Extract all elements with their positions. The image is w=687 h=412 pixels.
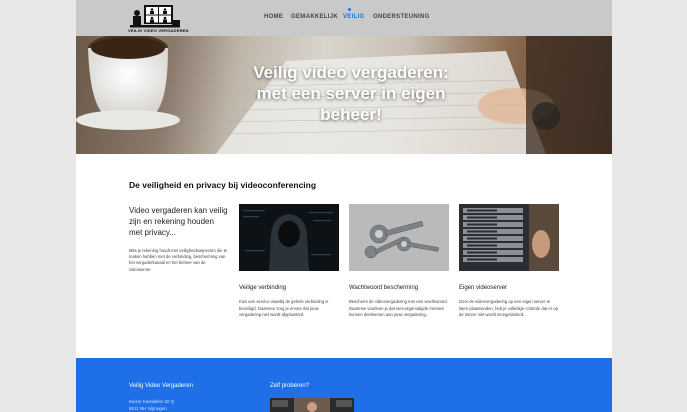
site-footer: Veilig Video Vergaderen Zelf proberen? K… xyxy=(76,358,612,412)
card-body: Door de videovergadering op een eigen se… xyxy=(459,299,558,318)
server-rack-image xyxy=(459,204,559,271)
address-line: Keizer Karelplein 32 Q xyxy=(129,399,175,404)
intro-body: Mits je rekening houdt met veiligheidsas… xyxy=(129,248,228,272)
footer-address: Keizer Karelplein 32 Q 6511 NH Nijmegen xyxy=(129,398,174,412)
logo-text: Veilig video vergaderen xyxy=(128,28,189,33)
section-title: De veiligheid en privacy bij videoconfer… xyxy=(129,180,317,190)
hero-title-line2: met een server in eigen xyxy=(256,84,446,103)
demo-video-thumbnail[interactable] xyxy=(270,398,354,412)
hero-title-line3: beheer! xyxy=(320,105,382,124)
card-body: Bescherm de videovergadering met een wac… xyxy=(349,299,448,318)
address-line: 6511 NH Nijmegen xyxy=(129,406,167,411)
keys-image xyxy=(349,204,449,271)
card-eigen-videoserver: Eigen videoserver Door de videovergaderi… xyxy=(459,204,559,319)
card-body: Kies een service waarbij de gehele verbi… xyxy=(239,299,329,318)
card-title: Veilige verbinding xyxy=(239,285,287,291)
card-veilige-verbinding: Veilige verbinding Kies een service waar… xyxy=(239,204,339,319)
footer-try-title: Zelf proberen? xyxy=(270,383,310,389)
hero-title-line1: Veilig video vergaderen: xyxy=(253,63,449,82)
footer-company-title: Veilig Video Vergaderen xyxy=(129,383,193,389)
nav-gemakkelijk[interactable]: GEMAKKELIJK xyxy=(291,14,338,20)
nav-veilig[interactable]: VEILIG xyxy=(343,8,365,20)
hero-title: Veilig video vergaderen: met een server … xyxy=(226,62,476,125)
intro-heading: Video vergaderen kan veilig zijn en reke… xyxy=(129,206,228,237)
card-title: Wachtwoord bescherming xyxy=(349,285,419,291)
nav-home[interactable]: HOME xyxy=(264,14,283,20)
hero-banner: Veilig video vergaderen: met een server … xyxy=(76,36,612,154)
nav-veilig-label: VEILIG xyxy=(343,14,365,20)
site-header: Veilig video vergaderen HOME GEMAKKELIJK… xyxy=(76,0,612,36)
page: Veilig video vergaderen HOME GEMAKKELIJK… xyxy=(76,0,612,412)
nav-ondersteuning[interactable]: ONDERSTEUNING xyxy=(373,14,430,20)
hacker-image xyxy=(239,204,339,271)
card-wachtwoord-bescherming: Wachtwoord bescherming Bescherm de video… xyxy=(349,204,449,319)
active-indicator xyxy=(348,8,351,11)
card-title: Eigen videoserver xyxy=(459,285,508,291)
